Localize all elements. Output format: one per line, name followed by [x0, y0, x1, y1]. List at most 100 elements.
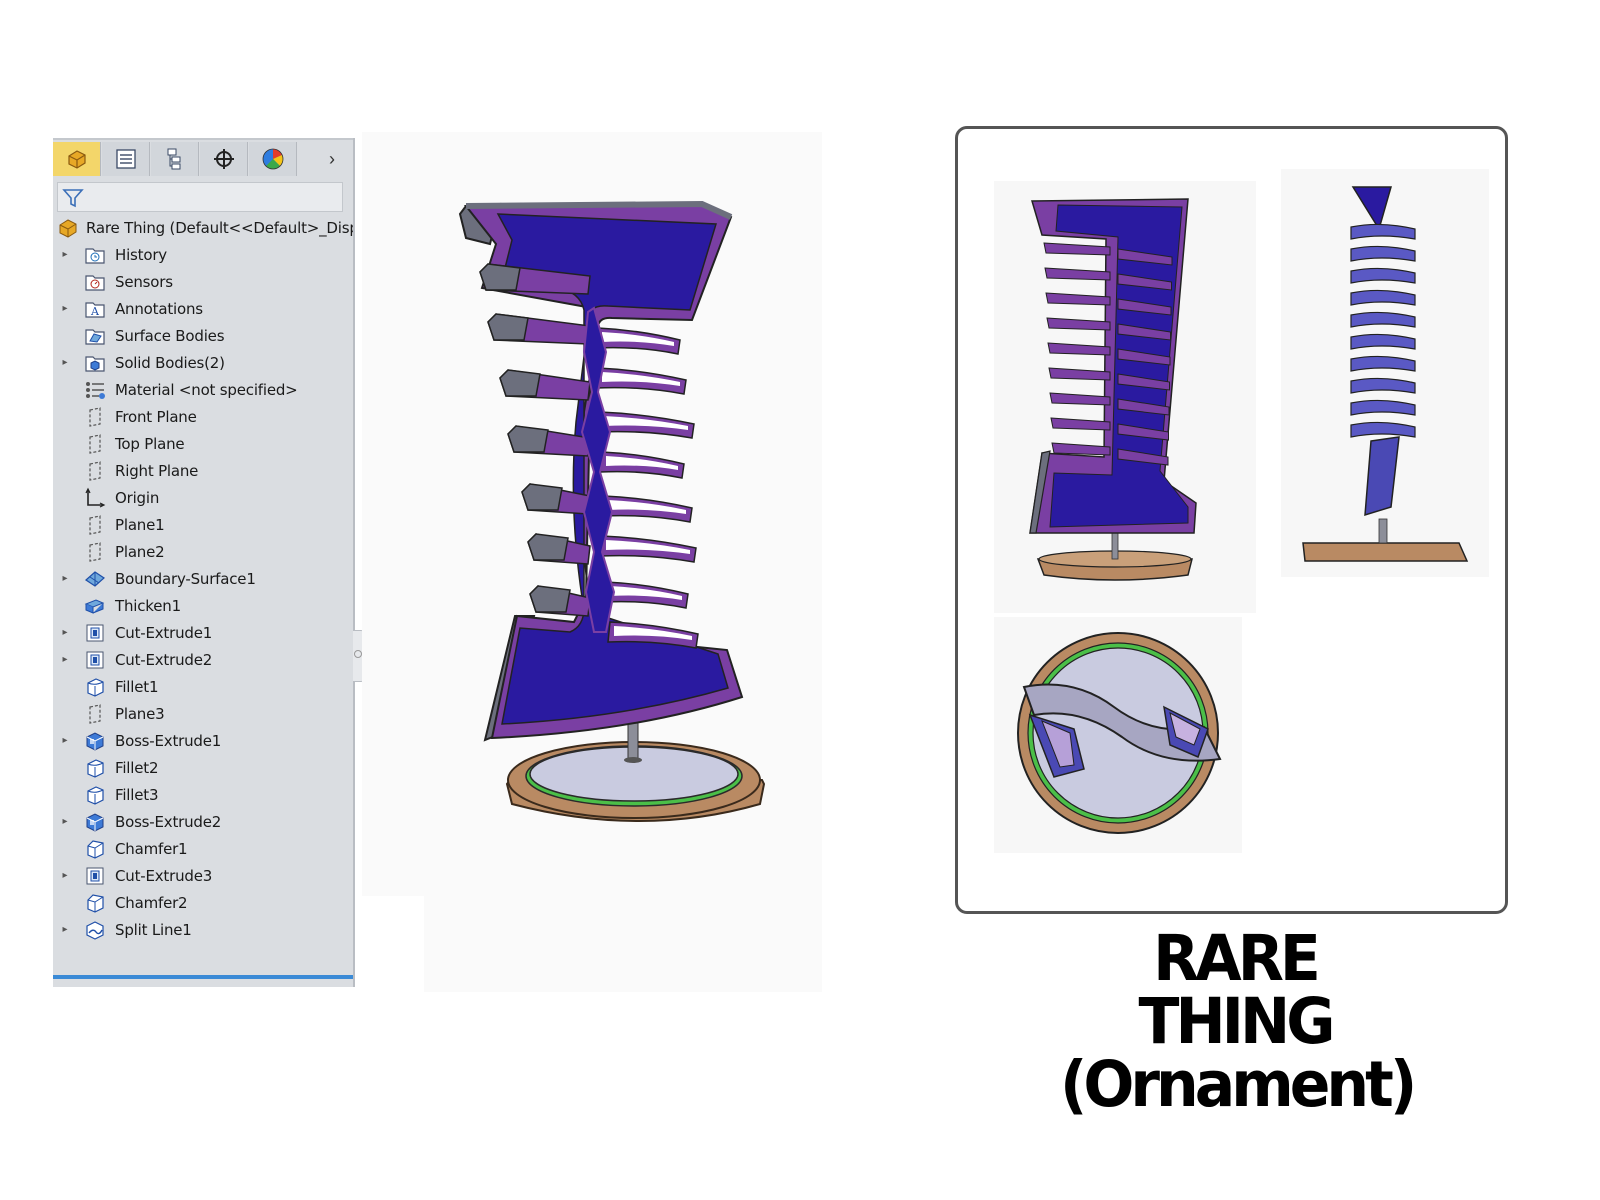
- appearance-tab[interactable]: [249, 142, 297, 176]
- front-left-prong: [1046, 317, 1111, 331]
- chamfer-icon: [87, 840, 104, 859]
- expand-arrow-icon[interactable]: ▸: [60, 619, 70, 646]
- tree-item-boundary-surface1[interactable]: ▸ Boundary-Surface1: [53, 565, 353, 592]
- expand-arrow-icon[interactable]: ▸: [60, 916, 70, 943]
- dimxpert-tab[interactable]: [200, 142, 248, 176]
- boss-extrude-icon: [86, 813, 104, 832]
- tree-item-split-line1[interactable]: ▸ Split Line1: [53, 916, 353, 943]
- fillet-icon: [87, 759, 104, 778]
- featuremanager-tab[interactable]: [53, 142, 101, 176]
- propertymanager-tab[interactable]: [102, 142, 150, 176]
- panel-top-border: [53, 138, 353, 140]
- expand-arrow-icon[interactable]: ▸: [60, 808, 70, 835]
- side-rib: [1350, 421, 1416, 438]
- tree-item-history[interactable]: ▸ History: [53, 241, 353, 268]
- left-prong-tip: [487, 313, 529, 341]
- left-prong-tip: [507, 425, 549, 453]
- tree-item-cut-extrude3[interactable]: ▸ Cut-Extrude3: [53, 862, 353, 889]
- tree-item-label: Plane1: [115, 516, 165, 534]
- part-icon: [67, 150, 86, 169]
- tree-item-label: Plane2: [115, 543, 165, 561]
- tree-item-boss-extrude2[interactable]: ▸ Boss-Extrude2: [53, 808, 353, 835]
- tree-item-label: Fillet3: [115, 786, 159, 804]
- panel-bottom-scroll-indicator: [53, 975, 353, 979]
- tree-item-solid-bodies-2[interactable]: ▸ Solid Bodies(2): [53, 349, 353, 376]
- tree-item-fillet1[interactable]: Fillet1: [53, 673, 353, 700]
- expand-arrow-icon[interactable]: ▸: [60, 727, 70, 754]
- tree-item-front-plane[interactable]: Front Plane: [53, 403, 353, 430]
- tree-item-fillet2[interactable]: Fillet2: [53, 754, 353, 781]
- side-rib: [1350, 289, 1416, 306]
- left-prong-tip: [479, 263, 521, 291]
- expand-arrow-icon[interactable]: ▸: [60, 646, 70, 673]
- side-rib: [1350, 399, 1416, 416]
- tree-item-cut-extrude1[interactable]: ▸ Cut-Extrude1: [53, 619, 353, 646]
- tree-item-label: Cut-Extrude3: [115, 867, 213, 885]
- tree-item-material-not-specified[interactable]: Material <not specified>: [53, 376, 353, 403]
- expand-arrow-icon[interactable]: ▸: [60, 862, 70, 889]
- tree-item-label: Fillet1: [115, 678, 159, 696]
- tree-item-label: Solid Bodies(2): [115, 354, 225, 372]
- plane-icon: [89, 515, 101, 535]
- tree-item-top-plane[interactable]: Top Plane: [53, 430, 353, 457]
- graphics-area-corner: [362, 896, 424, 992]
- tree-root-part[interactable]: Rare Thing (Default<<Default>_Display: [53, 214, 353, 241]
- tree-item-label: Fillet2: [115, 759, 159, 777]
- plane-icon: [89, 461, 101, 481]
- expand-arrow-icon[interactable]: ▸: [60, 241, 70, 268]
- expand-arrow-icon[interactable]: ▸: [60, 295, 70, 322]
- color-wheel-icon: [262, 148, 283, 170]
- tree-item-boss-extrude1[interactable]: ▸ Boss-Extrude1: [53, 727, 353, 754]
- plane-icon: [89, 434, 101, 454]
- tree-item-cut-extrude2[interactable]: ▸ Cut-Extrude2: [53, 646, 353, 673]
- manager-tab-bar: ›: [53, 142, 353, 178]
- side-rib: [1350, 267, 1416, 284]
- solid-bodies-folder-icon: [85, 356, 105, 372]
- tree-item-plane1[interactable]: Plane1: [53, 511, 353, 538]
- tree-item-label: Boss-Extrude2: [115, 813, 222, 831]
- tree-item-annotations[interactable]: ▸ A Annotations: [53, 295, 353, 322]
- side-view-ribs: [1350, 223, 1416, 438]
- left-prong-tip: [499, 369, 541, 397]
- origin-icon: [85, 487, 106, 508]
- tree-item-fillet3[interactable]: Fillet3: [53, 781, 353, 808]
- tree-item-label: Top Plane: [115, 435, 185, 453]
- side-rib: [1350, 377, 1416, 394]
- side-rib: [1350, 245, 1416, 262]
- tree-item-label: Cut-Extrude1: [115, 624, 213, 642]
- ornament-caption: RARE THING (Ornament): [1060, 922, 1417, 1117]
- more-tabs-chevron-icon[interactable]: ›: [315, 142, 349, 176]
- front-left-prong: [1049, 392, 1111, 406]
- tree-item-label: Chamfer1: [115, 840, 188, 858]
- tree-filter-field[interactable]: [57, 182, 343, 212]
- configuration-icon: [167, 148, 180, 170]
- front-view-thumbnail: [994, 181, 1256, 613]
- tree-item-plane3[interactable]: Plane3: [53, 700, 353, 727]
- left-prong-tip: [521, 483, 563, 511]
- expand-arrow-icon[interactable]: ▸: [60, 565, 70, 592]
- tree-item-sensors[interactable]: Sensors: [53, 268, 353, 295]
- expand-arrow-icon[interactable]: ▸: [60, 349, 70, 376]
- tree-item-chamfer2[interactable]: Chamfer2: [53, 889, 353, 916]
- tree-item-label: Thicken1: [115, 597, 181, 615]
- tree-item-thicken1[interactable]: Thicken1: [53, 592, 353, 619]
- left-prong-tip: [529, 585, 571, 613]
- tree-item-surface-bodies[interactable]: Surface Bodies: [53, 322, 353, 349]
- boss-extrude-icon: [86, 732, 104, 751]
- tree-item-label: Split Line1: [115, 921, 192, 939]
- top-view-thumbnail: [994, 617, 1242, 853]
- cut-extrude-icon: [86, 651, 104, 669]
- tree-item-plane2[interactable]: Plane2: [53, 538, 353, 565]
- tree-item-label: Annotations: [115, 300, 203, 318]
- split-line-icon: [86, 921, 104, 940]
- side-view-render: [1302, 186, 1469, 562]
- surface-bodies-folder-icon: [85, 329, 105, 345]
- configurationmanager-tab[interactable]: [151, 142, 199, 176]
- views-gallery-frame: [955, 126, 1508, 914]
- caption-title: RARE THING: [1138, 922, 1336, 1059]
- tree-item-origin[interactable]: Origin: [53, 484, 353, 511]
- tree-item-chamfer1[interactable]: Chamfer1: [53, 835, 353, 862]
- tree-item-label: Cut-Extrude2: [115, 651, 213, 669]
- graphics-area[interactable]: [362, 132, 822, 992]
- tree-item-right-plane[interactable]: Right Plane: [53, 457, 353, 484]
